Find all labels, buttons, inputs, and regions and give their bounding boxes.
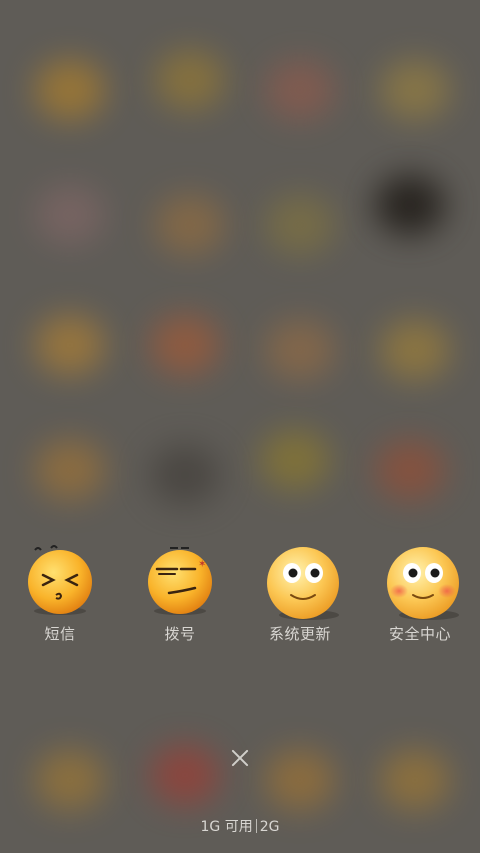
squinting-face-icon xyxy=(23,545,97,619)
app-label: 系统更新 xyxy=(268,625,331,643)
svg-text:✶: ✶ xyxy=(198,559,206,570)
memory-status: 1G 可用 2G xyxy=(0,816,480,836)
blushing-face-icon xyxy=(383,545,459,620)
memory-free: 1G 可用 xyxy=(200,819,253,835)
app-dialer[interactable]: ✶ 拨号 xyxy=(120,545,240,644)
close-icon[interactable] xyxy=(225,743,255,773)
app-sms[interactable]: 短信 xyxy=(0,545,120,644)
annoyed-face-icon: ✶ xyxy=(143,545,217,619)
memory-total: 2G xyxy=(259,819,280,835)
blurred-home-screen xyxy=(0,0,480,853)
app-label: 安全中心 xyxy=(388,625,451,643)
smiling-face-icon xyxy=(263,545,339,620)
divider xyxy=(255,819,257,833)
app-system-update[interactable]: 系统更新 xyxy=(240,545,360,644)
app-security-center[interactable]: 安全中心 xyxy=(360,545,480,644)
app-label: 短信 xyxy=(44,625,76,643)
app-label: 拨号 xyxy=(164,625,196,643)
